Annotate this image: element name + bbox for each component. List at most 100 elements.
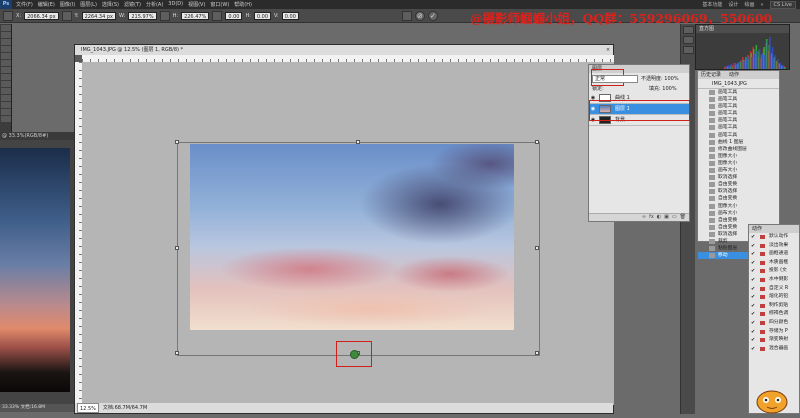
history-item[interactable]: 自由变换 [698, 195, 779, 202]
action-item[interactable]: 存储为 P [749, 328, 799, 337]
history-item[interactable]: 画笔工具 [698, 124, 779, 131]
panel-toggle-icon[interactable] [683, 46, 694, 54]
transform-handle-top-right[interactable] [535, 140, 539, 144]
blend-mode-select[interactable]: 正常 [592, 75, 638, 83]
action-item[interactable]: 水中倒影 [749, 276, 799, 285]
history-item[interactable]: 画笔工具 [698, 103, 779, 110]
relative-position-icon[interactable] [61, 10, 72, 21]
healing-tool-icon[interactable] [1, 67, 11, 73]
action-item[interactable]: 渐变映射 [749, 336, 799, 345]
tab-actions[interactable]: 动作 [729, 71, 739, 79]
cs-live-button[interactable]: CS Live [769, 0, 796, 9]
warp-icon[interactable] [401, 10, 412, 21]
transform-handle-top[interactable] [356, 140, 360, 144]
workspace-essentials[interactable]: 基本功能 [702, 1, 722, 8]
action-item[interactable]: 默认动作 [749, 233, 799, 242]
history-item[interactable]: 取消选择 [698, 174, 779, 181]
quick-select-tool-icon[interactable] [1, 46, 11, 52]
new-layer-icon[interactable]: ▭ [672, 214, 677, 221]
menu-file[interactable]: 文件(F) [16, 1, 33, 8]
transform-bounding-box[interactable] [175, 140, 540, 356]
history-item[interactable]: 画布大小 [698, 210, 779, 217]
workspace-painting[interactable]: 绘画 [744, 1, 754, 8]
document-canvas[interactable] [82, 62, 614, 405]
transform-handle-right[interactable] [535, 246, 539, 250]
link-icon[interactable] [159, 10, 170, 21]
layer-mask-icon[interactable]: ▣ [664, 214, 669, 221]
history-item[interactable]: 自由变换 [698, 217, 779, 224]
zoom-field[interactable]: 12.5% [77, 403, 99, 413]
gradient-tool-icon[interactable] [1, 102, 11, 108]
menu-filter[interactable]: 滤镜(T) [124, 1, 141, 8]
history-item[interactable]: 画笔工具 [698, 96, 779, 103]
menu-edit[interactable]: 编辑(E) [38, 1, 55, 8]
history-brush-tool-icon[interactable] [1, 88, 11, 94]
action-item[interactable]: 自定义 R [749, 285, 799, 294]
history-item[interactable]: 图像大小 [698, 203, 779, 210]
eyedropper-tool-icon[interactable] [1, 60, 11, 66]
history-item[interactable]: 曲线 1 图层 [698, 139, 779, 146]
transform-handle-bottom-right[interactable] [535, 351, 539, 355]
panel-toggle-icon[interactable] [683, 36, 694, 44]
opacity-control[interactable]: 不透明度: 100% [641, 75, 679, 82]
action-item[interactable]: 混合器画 [749, 345, 799, 354]
transform-handle-top-left[interactable] [175, 140, 179, 144]
move-tool-icon[interactable] [1, 25, 11, 31]
action-item[interactable]: 画框通道 [749, 250, 799, 259]
dodge-tool-icon[interactable] [1, 116, 11, 122]
horizontal-ruler[interactable] [82, 55, 614, 62]
cancel-transform-icon[interactable]: ⊘ [414, 10, 425, 21]
eraser-tool-icon[interactable] [1, 95, 11, 101]
history-item[interactable]: 画笔工具 [698, 110, 779, 117]
document-title-bar[interactable]: IMG_1043.JPG @ 12.5% (图层 1, RGB/8) * × [75, 45, 613, 55]
action-item[interactable]: 投影 (文 [749, 267, 799, 276]
lasso-tool-icon[interactable] [1, 39, 11, 45]
reference-point-marker[interactable] [350, 350, 359, 359]
menu-analysis[interactable]: 分析(A) [146, 1, 163, 8]
panel-toggle-icon[interactable] [683, 26, 694, 34]
history-item[interactable]: 修改曲线图层 [698, 146, 779, 153]
history-item[interactable]: 画布大小 [698, 167, 779, 174]
crop-tool-icon[interactable] [1, 53, 11, 59]
menu-3d[interactable]: 3D(D) [168, 1, 183, 8]
adjustment-layer-icon[interactable]: ◐ [657, 214, 661, 221]
history-item[interactable]: 图像大小 [698, 160, 779, 167]
y-field[interactable]: 2264.34 px [81, 11, 117, 20]
action-item[interactable]: 淡出效果 [749, 242, 799, 251]
fill-value[interactable]: 100% [662, 86, 676, 92]
reference-point-icon[interactable] [3, 10, 13, 21]
background-document-window[interactable]: @ 33.3%(RGB/8#) 33.33% 文档:16.8M [0, 132, 74, 412]
stamp-tool-icon[interactable] [1, 81, 11, 87]
transform-handle-left[interactable] [175, 246, 179, 250]
actions-tab[interactable]: 动作 [749, 225, 799, 233]
marquee-tool-icon[interactable] [1, 32, 11, 38]
workspace-design[interactable]: 设计 [728, 1, 738, 8]
commit-transform-icon[interactable]: ✓ [427, 10, 438, 21]
history-item[interactable]: 画笔工具 [698, 132, 779, 139]
close-document-icon[interactable]: × [603, 45, 613, 55]
history-item[interactable]: 自由变换 [698, 181, 779, 188]
menu-select[interactable]: 选择(S) [102, 1, 119, 8]
link-layers-icon[interactable]: ∞ [642, 214, 646, 221]
opacity-value[interactable]: 100% [664, 76, 678, 82]
layer-style-icon[interactable]: fx [649, 214, 654, 221]
history-item[interactable]: 取消选择 [698, 188, 779, 195]
history-item[interactable]: 画笔工具 [698, 117, 779, 124]
height-field[interactable]: 226.47% [181, 11, 210, 20]
menu-view[interactable]: 视图(V) [188, 1, 205, 8]
width-field[interactable]: 215.97% [128, 11, 157, 20]
v-skew-field[interactable]: 0.00 [281, 11, 299, 20]
menu-image[interactable]: 图像(I) [60, 1, 75, 8]
action-item[interactable]: 棕褐色调 [749, 310, 799, 319]
history-item[interactable]: 图像大小 [698, 153, 779, 160]
brush-tool-icon[interactable] [1, 74, 11, 80]
tab-history[interactable]: 历史记录 [701, 71, 721, 79]
x-field[interactable]: 2066.34 px [24, 11, 59, 20]
menu-help[interactable]: 帮助(H) [234, 1, 252, 8]
action-item[interactable]: 木质画框 [749, 259, 799, 268]
h-skew-field[interactable]: 0.00 [253, 11, 272, 20]
action-item[interactable]: 熔化的铅 [749, 293, 799, 302]
history-snapshot[interactable]: IMG_1043.JPG [698, 79, 779, 89]
trash-icon[interactable]: 🗑 [680, 214, 686, 221]
fill-control[interactable]: 填充: 100% [649, 85, 677, 92]
